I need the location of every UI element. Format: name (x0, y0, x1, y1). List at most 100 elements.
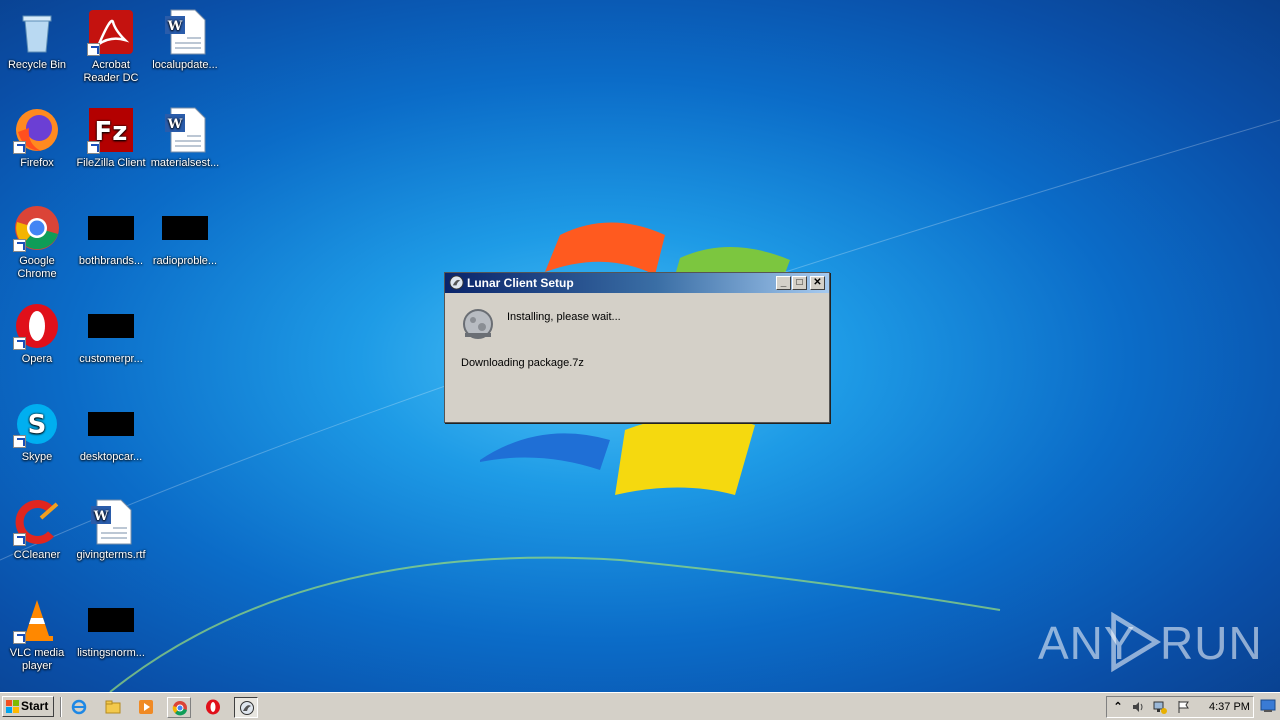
download-status-text: Downloading package.7z (461, 357, 584, 369)
show-hidden-icons-icon[interactable]: ⌃ (1111, 700, 1125, 714)
chrome-icon (13, 204, 61, 252)
desktop-icon-label: materialsest... (150, 157, 220, 169)
quicklaunch-explorer[interactable] (101, 697, 125, 718)
quicklaunch-opera[interactable] (201, 697, 225, 718)
desktop-icon-label: Skype (21, 451, 53, 463)
desktop-icon-label: customerpr... (79, 353, 143, 365)
play-logo-icon (1111, 611, 1162, 673)
shortcut-arrow-icon (87, 43, 100, 56)
start-button[interactable]: Start (2, 696, 54, 717)
quicklaunch-media-player[interactable] (134, 697, 158, 718)
taskbar-lunar-client-setup[interactable] (234, 697, 258, 718)
desktop-icon-bothbrands[interactable]: bothbrands... (74, 204, 148, 268)
desktop-icon-filezilla[interactable]: Fz FileZilla Client (74, 106, 148, 170)
desktop-icon-google-chrome[interactable]: Google Chrome (0, 204, 74, 281)
desktop-icon-desktopcar[interactable]: desktopcar... (74, 400, 148, 464)
lunar-client-setup-dialog: Lunar Client Setup _ □ ✕ Installing, ple… (444, 272, 830, 423)
quicklaunch-internet-explorer[interactable] (67, 697, 91, 718)
desktop-icon-ccleaner[interactable]: CCleaner (0, 498, 74, 562)
desktop-icon-label: Firefox (20, 157, 54, 169)
network-icon[interactable] (1153, 700, 1167, 714)
dialog-title-bar[interactable]: Lunar Client Setup _ □ ✕ (445, 273, 829, 293)
dialog-title: Lunar Client Setup (467, 276, 574, 290)
recycle-bin-icon (13, 8, 61, 56)
desktop-icon-radioproble[interactable]: radioproble... (148, 204, 222, 268)
shortcut-arrow-icon (13, 239, 26, 252)
watermark-right-text: RUN (1160, 617, 1263, 669)
filezilla-icon: Fz (87, 106, 135, 154)
word-document-icon: W (87, 498, 135, 546)
desktop-icon-label: radioproble... (152, 255, 218, 267)
show-desktop-icon[interactable] (1260, 698, 1276, 714)
desktop-icon-label: localupdate... (152, 59, 218, 71)
folder-icon (105, 700, 121, 714)
desktop-icon-recycle-bin[interactable]: Recycle Bin (0, 8, 74, 72)
svg-text:W: W (167, 117, 183, 132)
desktop-icon-label: listingsnorm... (77, 647, 145, 659)
desktop-icon-label: givingterms.rtf (76, 549, 146, 561)
desktop-icon-opera[interactable]: Opera (0, 302, 74, 366)
desktop-icon-label: Acrobat Reader DC (83, 59, 139, 84)
desktop-icon-label: Google Chrome (17, 255, 57, 280)
vlc-cone-icon (13, 596, 61, 644)
volume-icon[interactable] (1131, 700, 1145, 714)
firefox-icon (13, 106, 61, 154)
start-label: Start (21, 699, 49, 713)
opera-icon (13, 302, 61, 350)
taskbar: Start ⌃ 4:37 PM (0, 692, 1280, 720)
ccleaner-icon (13, 498, 61, 546)
internet-explorer-icon (71, 699, 87, 715)
media-player-icon (139, 700, 153, 714)
shortcut-arrow-icon (87, 141, 100, 154)
dialog-body: Installing, please wait... Downloading p… (445, 293, 829, 422)
shortcut-arrow-icon (13, 337, 26, 350)
quicklaunch-chrome[interactable] (167, 697, 191, 718)
shortcut-arrow-icon (13, 533, 26, 546)
lunar-client-icon (449, 275, 464, 290)
word-document-icon: W (161, 106, 209, 154)
shortcut-arrow-icon (13, 631, 26, 644)
file-thumbnail (162, 216, 208, 240)
desktop-icon-label: FileZilla Client (76, 157, 146, 169)
svg-text:W: W (93, 509, 109, 524)
opera-icon (206, 699, 220, 715)
svg-text:W: W (167, 19, 183, 34)
desktop-icon-label: VLC media player (9, 647, 65, 672)
desktop-icon-vlc[interactable]: VLC media player (0, 596, 74, 673)
minimize-button[interactable]: _ (776, 276, 791, 290)
system-tray: ⌃ 4:37 PM (1106, 696, 1254, 718)
desktop-icon-label: Recycle Bin (7, 59, 67, 71)
desktop-icon-label: Opera (21, 353, 53, 365)
install-status-text: Installing, please wait... (507, 311, 621, 323)
desktop-icon-listingsnorm[interactable]: listingsnorm... (74, 596, 148, 660)
acrobat-reader-icon (87, 8, 135, 56)
desktop-icon-label: CCleaner (13, 549, 61, 561)
file-thumbnail (88, 216, 134, 240)
windows-flag-icon (6, 700, 19, 713)
desktop-icon-materialsest[interactable]: W materialsest... (148, 106, 222, 170)
lunar-client-icon (240, 701, 254, 715)
desktop-icon-givingterms[interactable]: W givingterms.rtf (74, 498, 148, 562)
desktop-icon-customerpr[interactable]: customerpr... (74, 302, 148, 366)
desktop-icon-skype[interactable]: S Skype (0, 400, 74, 464)
file-thumbnail (88, 608, 134, 632)
close-button[interactable]: ✕ (810, 276, 825, 290)
svg-text:S: S (28, 410, 47, 440)
anyrun-watermark: ANY RUN (1038, 610, 1262, 674)
file-thumbnail (88, 412, 134, 436)
maximize-button[interactable]: □ (792, 276, 807, 290)
file-thumbnail (88, 314, 134, 338)
shortcut-arrow-icon (13, 435, 26, 448)
desktop-icon-firefox[interactable]: Firefox (0, 106, 74, 170)
desktop-icon-acrobat-reader[interactable]: Acrobat Reader DC (74, 8, 148, 85)
clock[interactable]: 4:37 PM (1209, 701, 1250, 713)
desktop-icon-label: desktopcar... (79, 451, 143, 463)
desktop: Recycle Bin Firefox Google Chrome Opera … (0, 0, 1280, 692)
desktop-icon-localupdate[interactable]: W localupdate... (148, 8, 222, 72)
desktop-icon-label: bothbrands... (78, 255, 144, 267)
shortcut-arrow-icon (13, 141, 26, 154)
chrome-icon (172, 701, 187, 716)
action-center-flag-icon[interactable] (1177, 700, 1191, 714)
taskbar-separator (60, 697, 62, 717)
word-document-icon: W (161, 8, 209, 56)
